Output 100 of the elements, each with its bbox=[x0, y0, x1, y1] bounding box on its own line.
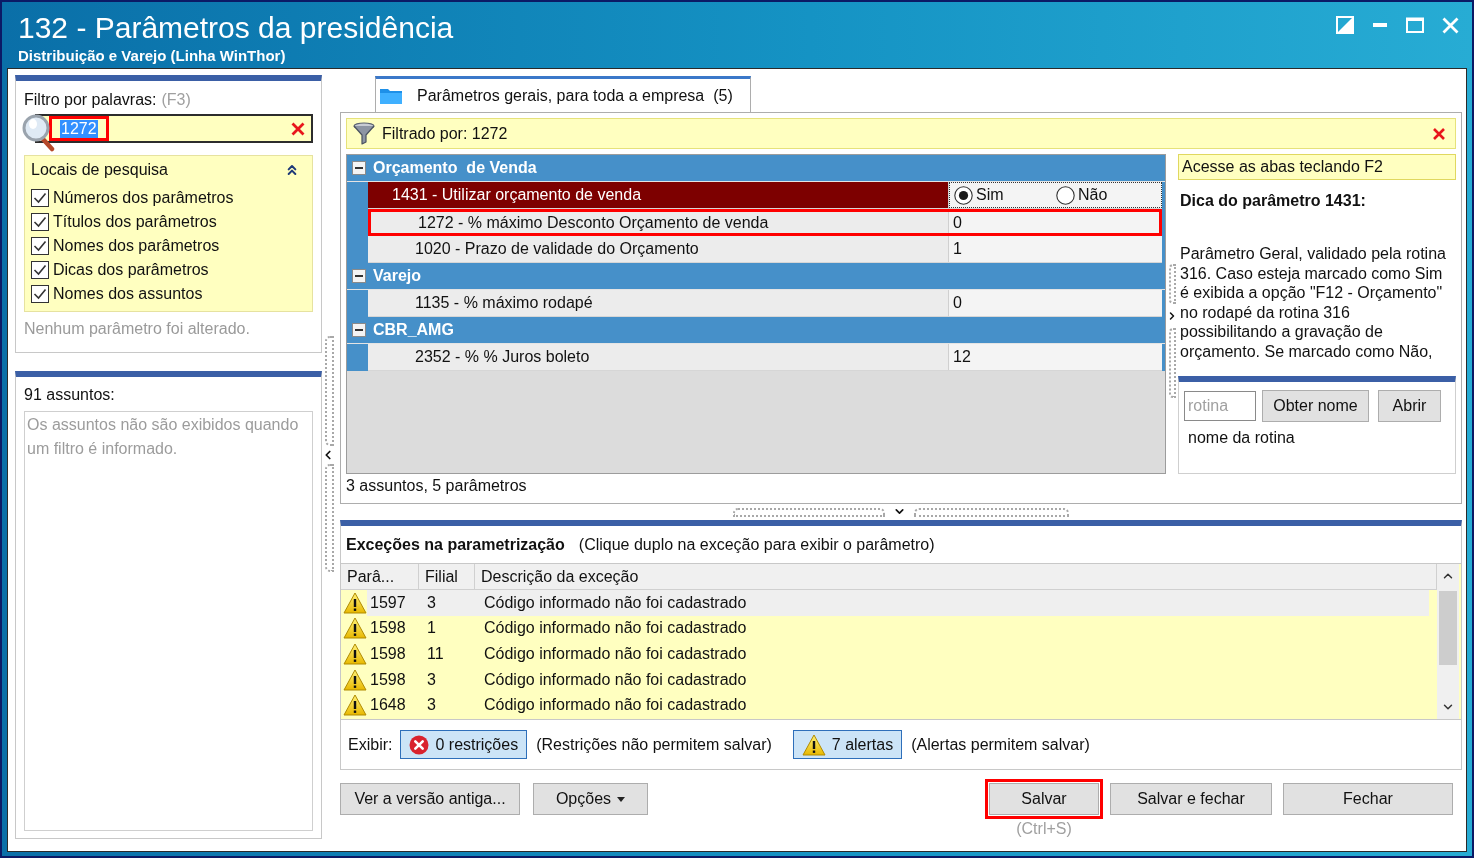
toggle-button[interactable]: 7 alertas bbox=[792, 730, 903, 759]
tip-title: Dica do parâmetro 1431: bbox=[1179, 191, 1367, 211]
warning-icon bbox=[343, 591, 367, 614]
warning-icon bbox=[343, 668, 367, 691]
warning-icon bbox=[343, 694, 367, 717]
filter-label: Exibir: bbox=[348, 734, 393, 755]
parameter-row[interactable]: 1431 - Utilizar orçamento de venda Sim Não bbox=[368, 182, 1162, 209]
radio-label: Não bbox=[1078, 186, 1108, 204]
radio-button[interactable] bbox=[1056, 185, 1075, 205]
search-value: 1272 bbox=[60, 119, 98, 138]
parameter-value[interactable]: 1 bbox=[949, 236, 1162, 262]
action-button[interactable]: Salvar e fechar bbox=[1110, 783, 1272, 815]
group-title: Orçamento de Venda bbox=[373, 158, 537, 178]
warning-icon bbox=[801, 733, 826, 756]
table-cell-text: 1597 bbox=[369, 592, 407, 613]
tip-text: Parâmetro Geral, validado pela rotina 316. Caso esteja marcado como Sim é exibida a opção "F12 - Orçamento" no rodapé da rotina 316 possibilitando a gravação de orçamento. Se marcado como Não, bbox=[1179, 244, 1447, 361]
menu-button[interactable]: Opções bbox=[533, 783, 648, 815]
warning-icon bbox=[343, 643, 367, 665]
summary-text: 3 assuntos, 5 parâmetros bbox=[346, 476, 528, 496]
parameter-value[interactable]: 0 bbox=[949, 290, 1162, 316]
collapse-icon[interactable] bbox=[352, 323, 366, 337]
panel-title: Exceções na parametrização bbox=[346, 534, 565, 555]
table-row[interactable]: 1597 3 Código informado não foi cadastrado bbox=[367, 590, 1429, 616]
action-button[interactable]: Salvar bbox=[989, 783, 1099, 815]
empty-list-message: Os assuntos não são exibidos quando um filtro é informado. bbox=[27, 416, 299, 457]
splitter-handle[interactable] bbox=[324, 336, 334, 446]
scrollbar[interactable] bbox=[1437, 564, 1459, 719]
splitter-handle[interactable] bbox=[1168, 264, 1176, 304]
radio-button[interactable] bbox=[954, 185, 973, 205]
table-cell-text: 11 bbox=[426, 644, 445, 664]
table-cell-text: 1 bbox=[426, 618, 437, 639]
action-button[interactable]: Fechar bbox=[1283, 783, 1453, 815]
scrollbar-thumb[interactable] bbox=[1439, 591, 1457, 665]
checkbox[interactable] bbox=[31, 237, 49, 255]
table-row[interactable]: 1598 3 Código informado não foi cadastrado bbox=[367, 666, 1429, 693]
parameter-row[interactable]: 1135 - % máximo rodapé 0 bbox=[368, 290, 1162, 317]
checkbox-label: Nomes dos assuntos bbox=[53, 285, 203, 303]
toggle-note: (Restrições não permitem salvar) bbox=[536, 734, 772, 755]
table-row[interactable]: 1598 11 Código informado não foi cadastrado bbox=[367, 641, 1429, 667]
get-name-button[interactable]: Obter nome bbox=[1262, 390, 1369, 422]
table-cell-text: 1598 bbox=[369, 644, 407, 664]
maximize-icon bbox=[1406, 17, 1424, 33]
column-header[interactable]: Parâ... bbox=[341, 564, 419, 589]
table-row[interactable]: 1648 3 Código informado não foi cadastrado bbox=[367, 692, 1429, 718]
checkbox[interactable] bbox=[31, 285, 49, 303]
radio-label: Sim bbox=[976, 186, 1004, 204]
splitter-handle[interactable] bbox=[1168, 328, 1176, 398]
clear-icon bbox=[291, 121, 305, 136]
checkbox[interactable] bbox=[31, 213, 49, 231]
filter-text: Filtrado por: 1272 bbox=[382, 123, 508, 144]
clear-button[interactable] bbox=[290, 120, 306, 137]
caret-down-icon bbox=[617, 796, 626, 802]
splitter-handle[interactable] bbox=[914, 508, 1069, 517]
section-title: Locais de pesquisa bbox=[31, 160, 168, 180]
shortcut-hint: (F3) bbox=[161, 90, 191, 110]
table-cell-text: 1598 bbox=[369, 618, 407, 639]
checkbox-label: Nomes dos parâmetros bbox=[53, 237, 220, 255]
table-cell-text: 1598 bbox=[369, 669, 407, 690]
close-icon bbox=[1441, 16, 1459, 34]
error-icon bbox=[409, 734, 430, 755]
parameter-row[interactable]: 1272 - % máximo Desconto Orçamento de venda 0 bbox=[368, 209, 1162, 236]
checkbox[interactable] bbox=[31, 189, 49, 207]
table-cell-text: Código informado não foi cadastrado bbox=[484, 592, 747, 613]
action-button[interactable]: Ver a versão antiga... bbox=[340, 783, 520, 815]
folder-icon bbox=[379, 87, 403, 105]
checkbox[interactable] bbox=[31, 261, 49, 279]
toggle-note: (Alertas permitem salvar) bbox=[911, 734, 1090, 755]
table-cell-text: Código informado não foi cadastrado bbox=[484, 669, 747, 690]
tab[interactable]: Parâmetros gerais, para toda a empresa (5) bbox=[375, 76, 751, 113]
checkbox-label: Números dos parâmetros bbox=[53, 189, 234, 207]
close-icon bbox=[1433, 127, 1445, 140]
group-title: Varejo bbox=[373, 266, 422, 286]
snap-button[interactable] bbox=[1334, 14, 1356, 36]
search-icon bbox=[22, 114, 56, 152]
column-header[interactable]: Filial bbox=[419, 564, 475, 589]
table-cell-text: 3 bbox=[426, 592, 437, 613]
status-text: Nenhum parâmetro foi alterado. bbox=[24, 319, 251, 339]
filter-label: Filtro por palavras: bbox=[24, 90, 157, 110]
splitter-handle[interactable] bbox=[324, 464, 334, 572]
group-title: CBR_AMG bbox=[373, 320, 454, 340]
parameter-row[interactable]: 2352 - % % Juros boleto 12 bbox=[368, 344, 1162, 371]
parameter-value[interactable]: 12 bbox=[949, 344, 1162, 370]
table-cell-text: 1648 bbox=[369, 695, 407, 716]
warning-icon bbox=[343, 617, 367, 640]
collapse-icon[interactable] bbox=[352, 269, 366, 283]
collapse-icon[interactable] bbox=[352, 161, 366, 175]
panel-note: (Clique duplo na exceção para exibir o parâmetro) bbox=[578, 534, 935, 555]
table-cell-text: Código informado não foi cadastrado bbox=[484, 695, 747, 716]
table-row[interactable]: 1598 1 Código informado não foi cadastrado bbox=[367, 615, 1429, 642]
subjects-count: 91 assuntos: bbox=[24, 385, 116, 405]
clear-filter-button[interactable] bbox=[1432, 126, 1446, 141]
shortcut-hint: (Ctrl+S) bbox=[1016, 819, 1072, 839]
table-cell-text: 3 bbox=[426, 695, 437, 716]
routine-input[interactable]: rotina bbox=[1184, 391, 1256, 421]
toggle-button[interactable]: 0 restrições bbox=[400, 730, 528, 759]
parameter-row[interactable]: 1020 - Prazo de validade do Orçamento 1 bbox=[368, 236, 1162, 263]
splitter-handle[interactable] bbox=[733, 508, 885, 517]
parameter-value[interactable]: 0 bbox=[949, 212, 1159, 233]
checkbox-label: Dicas dos parâmetros bbox=[53, 261, 209, 279]
open-button[interactable]: Abrir bbox=[1378, 390, 1441, 422]
